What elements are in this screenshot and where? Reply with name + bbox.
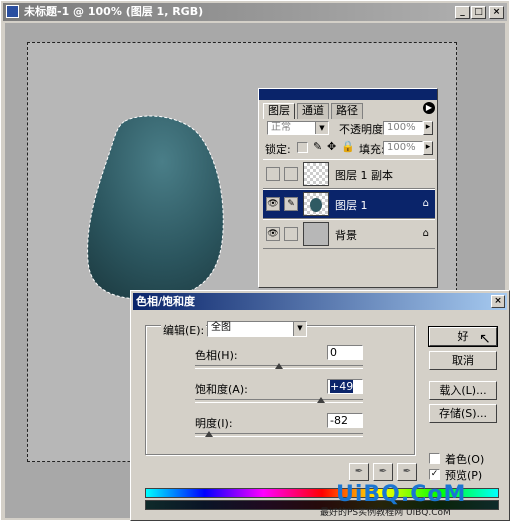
- preview-label: 预览(P): [445, 469, 483, 482]
- saturation-slider-thumb[interactable]: [317, 397, 325, 403]
- link-slot-icon[interactable]: [284, 167, 298, 181]
- saturation-field[interactable]: +49: [327, 379, 363, 394]
- colorize-label: 着色(O): [445, 453, 485, 466]
- eye-icon[interactable]: 👁: [266, 227, 280, 241]
- saturation-slider[interactable]: [195, 399, 363, 403]
- eyedropper-plus-icon[interactable]: ✒: [373, 463, 393, 481]
- lock-brush-icon[interactable]: ✎: [313, 140, 322, 153]
- cursor-icon: ↖: [479, 331, 491, 347]
- lock-icon: ⌂: [422, 228, 429, 239]
- opacity-field[interactable]: 100%: [383, 121, 423, 135]
- chevron-down-icon: ▼: [315, 122, 328, 134]
- hue-slider-thumb[interactable]: [275, 363, 283, 369]
- layer-thumbnail: [303, 162, 329, 186]
- watermark-caption: 最好的PS实例教程网 UiBQ.CoM: [320, 508, 451, 518]
- preview-checkbox[interactable]: ✓: [429, 469, 440, 480]
- layer-name: 图层 1 副本: [335, 169, 393, 182]
- lock-transparency-icon[interactable]: [297, 142, 308, 153]
- layer-thumbnail: [303, 192, 329, 216]
- fill-label: 填充:: [359, 143, 385, 156]
- lock-icon: ⌂: [422, 198, 429, 209]
- load-button[interactable]: 载入(L)...: [429, 381, 497, 400]
- lock-all-icon[interactable]: 🔒: [341, 140, 355, 153]
- visibility-off-icon[interactable]: [266, 167, 280, 181]
- document-title: 未标题-1 @ 100% (图层 1, RGB): [24, 5, 204, 18]
- layers-panel: 图层 通道 路径 ▶ 正常 ▼ 不透明度: 100% ▸ 锁定: ✎ ✥ 🔒 填充…: [258, 88, 438, 288]
- opacity-label: 不透明度:: [339, 123, 387, 136]
- layer-row-layer1[interactable]: 👁 ✎ 图层 1 ⌂: [263, 189, 435, 219]
- maximize-button[interactable]: □: [471, 6, 486, 19]
- fill-arrow-icon[interactable]: ▸: [423, 141, 433, 155]
- layer-name: 图层 1: [335, 199, 368, 212]
- layer-row-copy[interactable]: 图层 1 副本: [263, 159, 435, 189]
- edit-select[interactable]: 全图 ▼: [207, 321, 307, 337]
- lock-label: 锁定:: [265, 143, 291, 156]
- close-button[interactable]: ×: [489, 6, 504, 19]
- hue-label: 色相(H):: [195, 349, 238, 362]
- brush-icon[interactable]: ✎: [284, 197, 298, 211]
- layer-thumbnail: [303, 222, 329, 246]
- save-button[interactable]: 存储(S)...: [429, 404, 497, 423]
- tab-paths[interactable]: 路径: [331, 103, 363, 119]
- eye-icon[interactable]: 👁: [266, 197, 280, 211]
- saturation-label: 饱和度(A):: [195, 383, 248, 396]
- dialog-title: 色相/饱和度: [136, 295, 196, 308]
- chevron-down-icon: ▼: [293, 322, 306, 336]
- colorize-checkbox[interactable]: [429, 453, 440, 464]
- eyedropper-minus-icon[interactable]: ✒: [397, 463, 417, 481]
- link-slot-icon[interactable]: [284, 227, 298, 241]
- layer-row-background[interactable]: 👁 背景 ⌂: [263, 219, 435, 249]
- close-icon[interactable]: ×: [491, 295, 505, 308]
- lightness-field[interactable]: -82: [327, 413, 363, 428]
- eyedropper-icon[interactable]: ✒: [349, 463, 369, 481]
- lightness-slider-thumb[interactable]: [205, 431, 213, 437]
- tab-layers[interactable]: 图层: [263, 103, 295, 119]
- layer-name: 背景: [335, 229, 357, 242]
- lightness-slider[interactable]: [195, 433, 363, 437]
- dialog-titlebar[interactable]: 色相/饱和度 ×: [133, 293, 507, 310]
- panel-titlebar[interactable]: [259, 89, 437, 100]
- lightness-label: 明度(I):: [195, 417, 233, 430]
- document-titlebar[interactable]: 未标题-1 @ 100% (图层 1, RGB) _ □ ×: [3, 3, 507, 21]
- hue-field[interactable]: 0: [327, 345, 363, 360]
- fill-field[interactable]: 100%: [383, 141, 423, 155]
- opacity-arrow-icon[interactable]: ▸: [423, 121, 433, 135]
- watermark-logo: UiBQ.CoM: [336, 482, 467, 507]
- tab-channels[interactable]: 通道: [297, 103, 329, 119]
- lock-move-icon[interactable]: ✥: [327, 140, 336, 153]
- photoshop-document-icon: [6, 5, 19, 18]
- panel-menu-icon[interactable]: ▶: [423, 102, 435, 114]
- teal-shape: [87, 115, 224, 300]
- cancel-button[interactable]: 取消: [429, 351, 497, 370]
- edit-label: 编辑(E):: [161, 322, 207, 338]
- minimize-button[interactable]: _: [455, 6, 470, 19]
- blend-mode-select[interactable]: 正常 ▼: [267, 121, 329, 135]
